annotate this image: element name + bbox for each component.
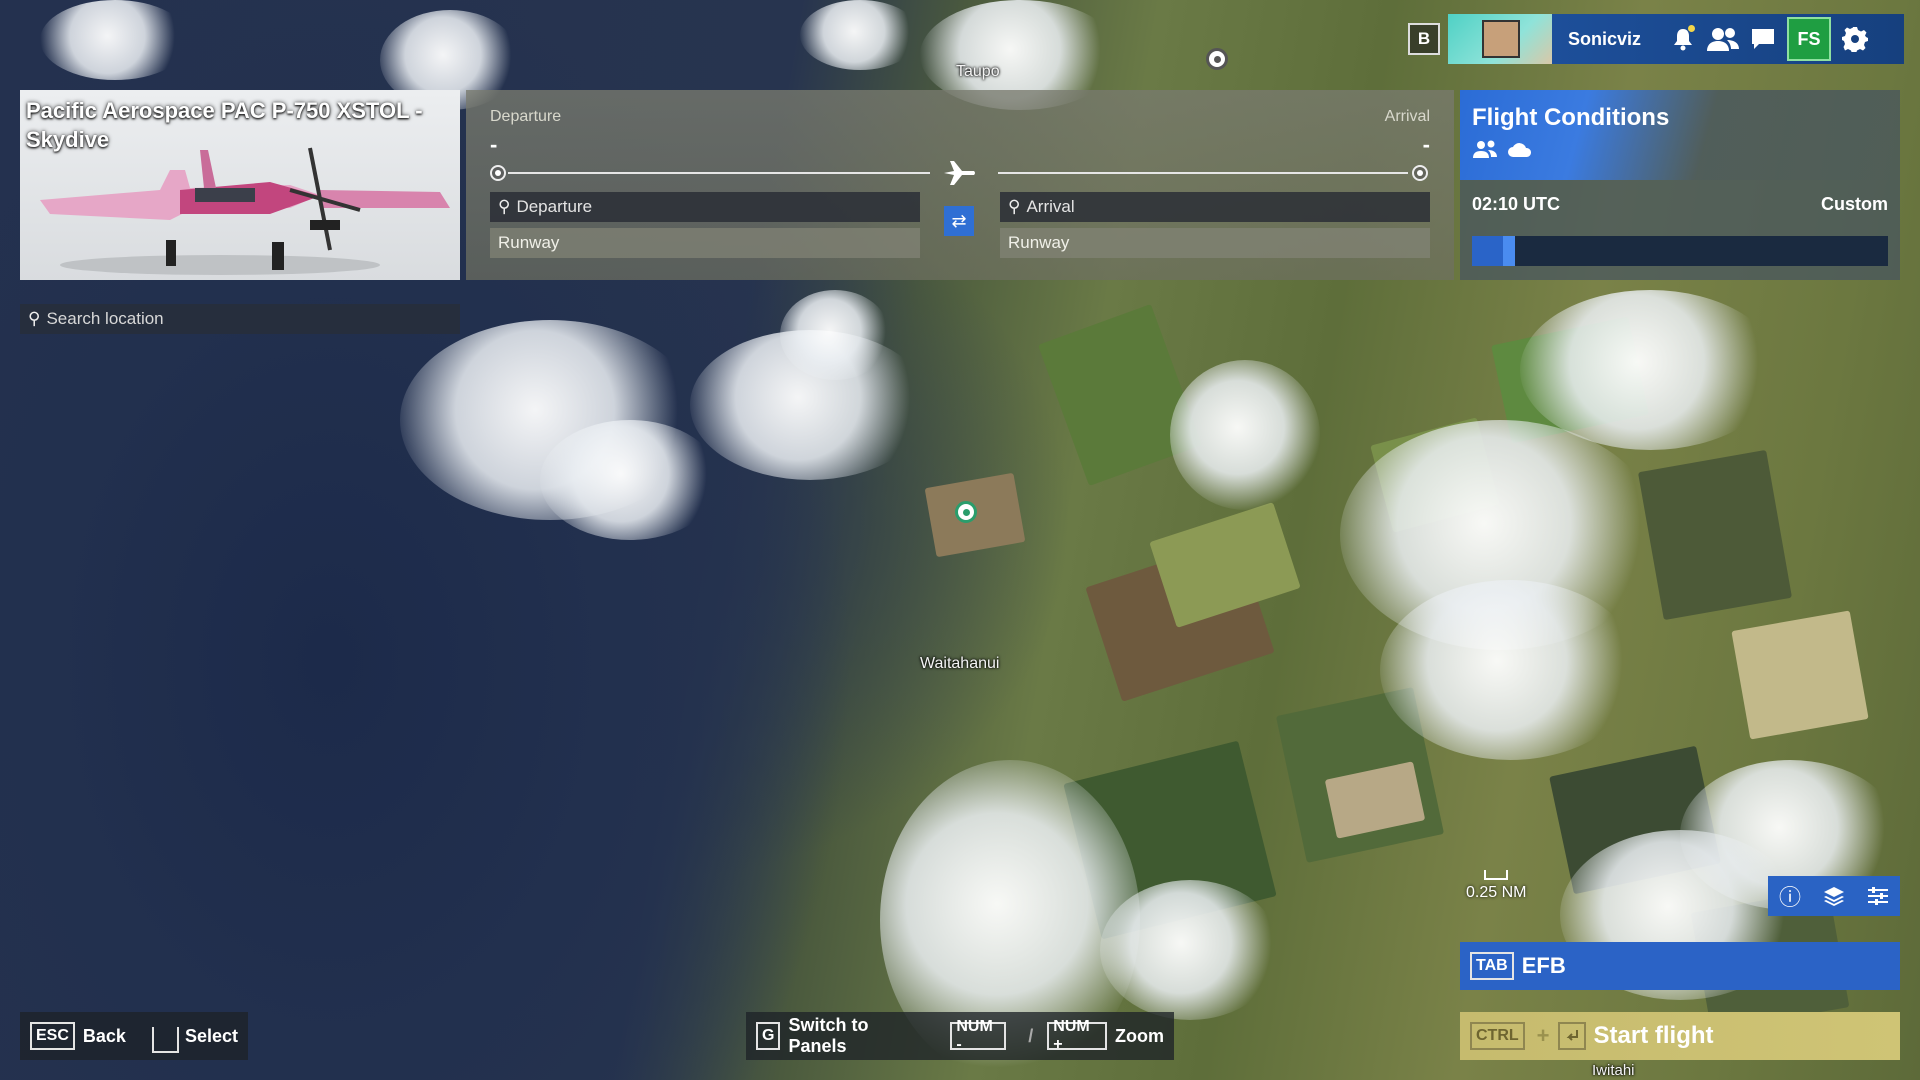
enter-key-icon xyxy=(1557,1022,1586,1050)
swap-route-button[interactable]: ⇄ xyxy=(944,206,974,236)
aircraft-card[interactable]: Pacific Aerospace PAC P-750 XSTOL - Skyd… xyxy=(20,90,460,280)
departure-code: - xyxy=(490,132,498,157)
bell-icon[interactable] xyxy=(1663,14,1703,64)
back-label[interactable]: Back xyxy=(83,1026,126,1047)
zoom-label[interactable]: Zoom xyxy=(1115,1026,1164,1047)
departure-header: Departure xyxy=(490,108,562,125)
arrival-header: Arrival xyxy=(1384,108,1430,125)
layers-icon[interactable] xyxy=(1812,876,1856,916)
cloud xyxy=(780,290,890,380)
friends-icon[interactable] xyxy=(1703,14,1743,64)
departure-route-line xyxy=(508,172,930,174)
arrival-code: - xyxy=(1422,132,1430,157)
efb-label: EFB xyxy=(1521,953,1566,978)
arrival-knob xyxy=(1412,165,1428,181)
marketplace-icon[interactable]: FS xyxy=(1787,17,1832,61)
top-bar: B Sonicviz FS xyxy=(1408,14,1904,64)
map-field xyxy=(1637,449,1793,621)
map-scale-label: 0.25 NM xyxy=(1466,884,1527,901)
user-strip: Sonicviz FS xyxy=(1552,14,1904,64)
time-slider-handle[interactable] xyxy=(1503,236,1515,266)
conditions-icons xyxy=(1472,140,1533,163)
tab-key-hint: TAB xyxy=(1470,952,1514,980)
aircraft-title: Pacific Aerospace PAC P-750 XSTOL - Skyd… xyxy=(26,98,423,152)
cloud xyxy=(540,420,720,540)
cloud xyxy=(40,0,190,80)
cloud-icon xyxy=(1508,143,1532,157)
airplane-icon xyxy=(944,161,975,185)
map-label-taupo: Taupo xyxy=(956,63,1000,80)
avatar[interactable] xyxy=(1448,14,1552,64)
ctrl-key-hint: CTRL xyxy=(1470,1022,1525,1050)
key-separator: / xyxy=(1028,1025,1034,1046)
cloud xyxy=(1520,290,1780,450)
people-icon xyxy=(1473,140,1497,158)
username[interactable]: Sonicviz xyxy=(1568,29,1641,50)
departure-search-placeholder: Departure xyxy=(516,197,593,216)
gear-icon[interactable] xyxy=(1835,14,1875,64)
departure-runway-select[interactable]: Runway xyxy=(490,228,920,258)
map-hints: G Switch to Panels NUM - / NUM + Zoom xyxy=(746,1012,1174,1060)
esc-key-hint[interactable]: ESC xyxy=(30,1022,75,1050)
info-icon[interactable]: ⓘ xyxy=(1768,876,1812,916)
arrival-runway-select[interactable]: Runway xyxy=(1000,228,1430,258)
conditions-mode: Custom xyxy=(1821,194,1888,214)
cloud xyxy=(800,0,920,70)
map-settings-icon[interactable] xyxy=(1856,876,1900,916)
flight-conditions-title: Flight Conditions xyxy=(1472,104,1670,131)
efb-button[interactable]: TAB EFB xyxy=(1460,942,1900,990)
switch-panels-label[interactable]: Switch to Panels xyxy=(788,1015,924,1057)
map-field xyxy=(1149,502,1301,628)
arrival-search-input[interactable]: ⚲ Arrival xyxy=(1000,192,1430,222)
cloud xyxy=(1170,360,1320,510)
cloud xyxy=(1100,880,1280,1020)
start-flight-label: Start flight xyxy=(1593,1022,1714,1049)
search-location-input[interactable]: ⚲ Search location xyxy=(20,304,460,334)
b-key-hint[interactable]: B xyxy=(1408,23,1440,55)
map-label-waitahanui: Waitahanui xyxy=(920,655,1000,672)
search-icon: ⚲ xyxy=(498,197,511,216)
flight-plan-panel: Departure Arrival - - ⇄ ⚲ Departure ⚲ Ar… xyxy=(466,90,1454,280)
flight-conditions-panel[interactable]: Flight Conditions 02:10 UTC Custom xyxy=(1460,90,1900,280)
map-tools: ⓘ xyxy=(1768,876,1900,916)
cloud xyxy=(1380,580,1640,760)
map-field xyxy=(1731,610,1869,740)
num-plus-key-hint[interactable]: NUM + xyxy=(1047,1018,1107,1053)
chat-icon[interactable] xyxy=(1743,14,1783,64)
departure-knob xyxy=(490,165,506,181)
poi-marker[interactable] xyxy=(1206,48,1228,70)
g-key-hint[interactable]: G xyxy=(756,1022,781,1050)
departure-search-input[interactable]: ⚲ Departure xyxy=(490,192,920,222)
search-icon: ⚲ xyxy=(1008,197,1021,216)
plus-sign: + xyxy=(1536,1023,1550,1048)
space-key-icon xyxy=(151,1027,179,1053)
start-flight-button[interactable]: CTRL + Start flight xyxy=(1460,1012,1900,1060)
time-of-day-slider[interactable] xyxy=(1472,236,1888,266)
select-label[interactable]: Select xyxy=(185,1026,238,1047)
search-location-placeholder: Search location xyxy=(46,309,164,328)
utc-time: 02:10 UTC xyxy=(1472,194,1561,214)
map-scale: 0.25 NM xyxy=(1466,870,1526,902)
nav-hints: ESC Back Select xyxy=(20,1012,248,1060)
num-minus-key-hint[interactable]: NUM - xyxy=(950,1018,1007,1053)
airport-marker[interactable] xyxy=(955,501,977,523)
arrival-search-placeholder: Arrival xyxy=(1026,197,1075,216)
map-label-iwitahi: Iwitahi xyxy=(1592,1062,1635,1079)
arrival-route-line xyxy=(998,172,1408,174)
search-icon: ⚲ xyxy=(28,309,41,328)
